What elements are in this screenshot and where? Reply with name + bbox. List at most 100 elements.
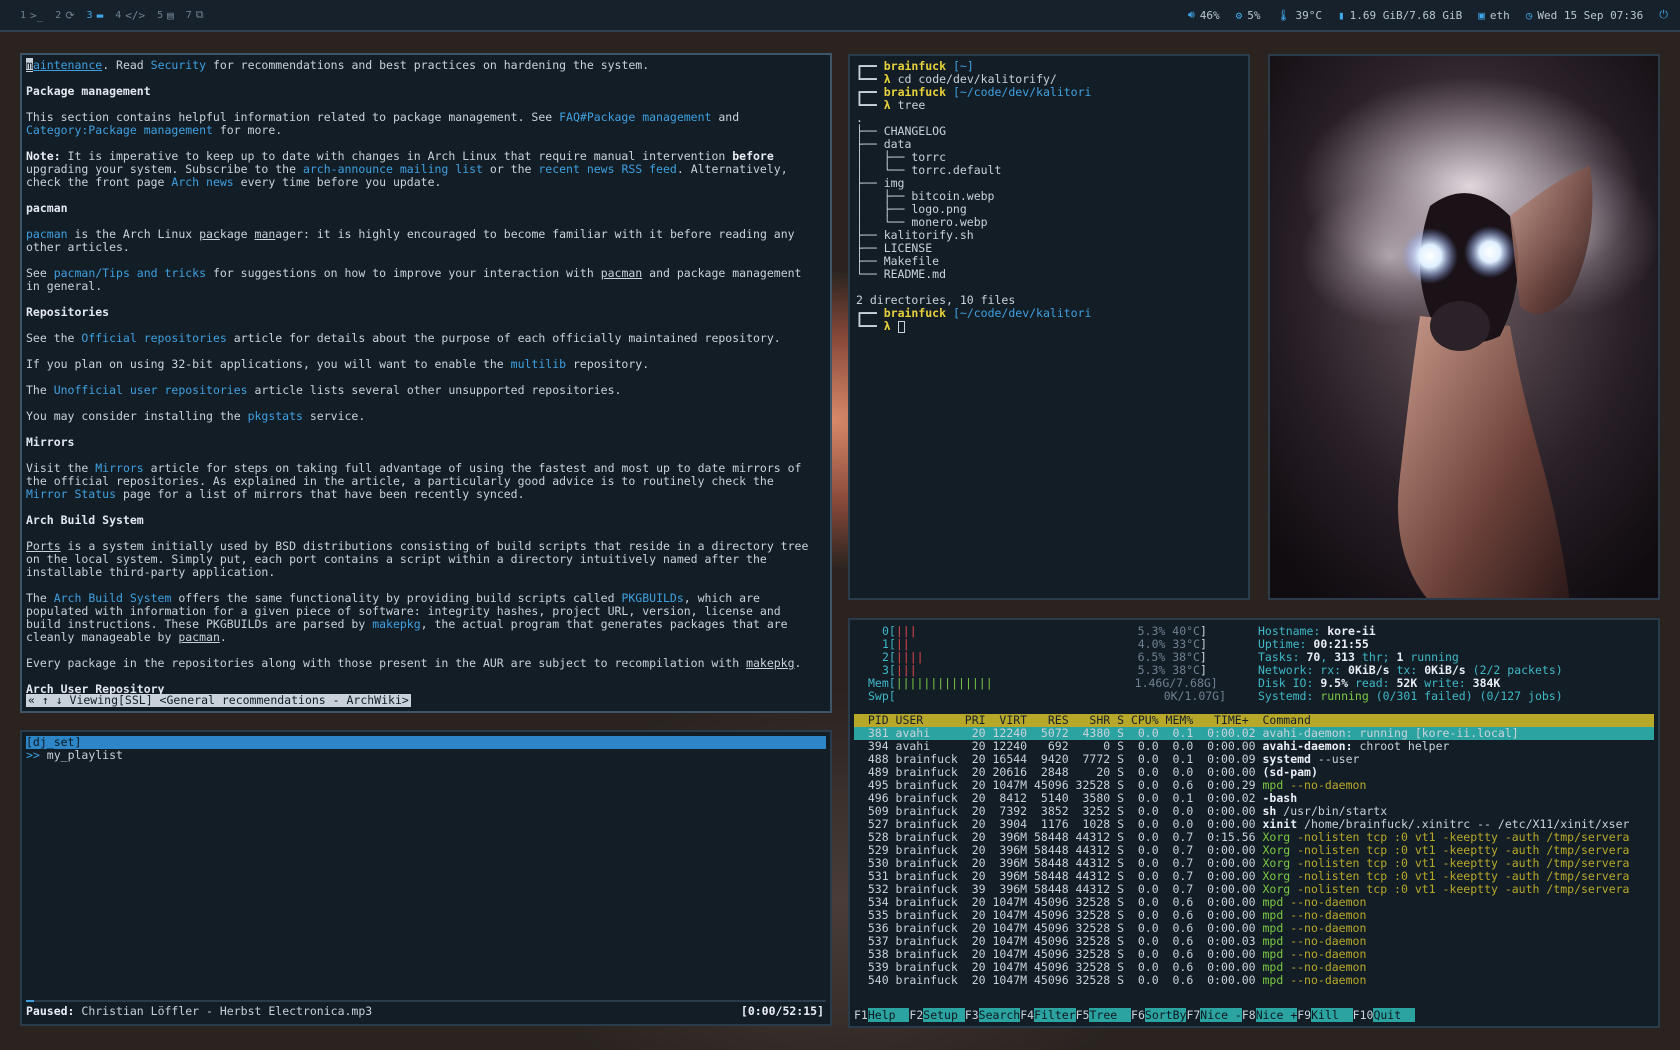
- clock[interactable]: ◷ Wed 15 Sep 07:36: [1526, 9, 1644, 22]
- link-multilib[interactable]: multilib: [511, 357, 566, 371]
- link-pkgstats[interactable]: pkgstats: [248, 409, 303, 423]
- process-columns: 538 brainfuck 20 1047M 45096 32528 S 0.0…: [854, 947, 1263, 961]
- link-unofficial-repositories[interactable]: Unofficial user repositories: [54, 383, 248, 397]
- fkey-f6[interactable]: F6SortBy: [1131, 1008, 1187, 1022]
- process-command: sh: [1262, 804, 1277, 818]
- text-span: The: [26, 591, 54, 605]
- workspace-4[interactable]: 4 </>: [109, 0, 151, 30]
- prompt-branch: ┏━━: [856, 85, 877, 99]
- link-arch-announce[interactable]: arch-announce mailing list: [303, 162, 483, 176]
- network-indicator[interactable]: ▣ eth: [1478, 9, 1510, 22]
- link-makepkg-man[interactable]: makepkg: [746, 656, 794, 670]
- link-ports[interactable]: Ports: [26, 539, 61, 553]
- text-span: repository.: [566, 357, 650, 371]
- music-player-window[interactable]: [dj_set] >> my_playlist Paused: Christia…: [20, 730, 832, 1026]
- link-official-repositories[interactable]: Official repositories: [81, 331, 226, 345]
- process-command: mpd: [1262, 960, 1284, 974]
- selected-playlist[interactable]: [dj_set]: [26, 736, 826, 749]
- process-command: mpd: [1262, 973, 1284, 987]
- text-span: .: [794, 656, 802, 670]
- link-pacman-man[interactable]: pacman: [178, 630, 220, 644]
- process-command: mpd: [1262, 895, 1284, 909]
- cpu-pct: 6.5%: [1137, 650, 1166, 664]
- fkey-f1[interactable]: F1Help: [854, 1008, 910, 1022]
- workspace-7[interactable]: 7 ⧉: [180, 0, 210, 30]
- link-pacman-tips[interactable]: pacman/Tips and tricks: [54, 266, 206, 280]
- disk-pct: 9.5%: [1320, 676, 1349, 690]
- text-underline: man: [254, 227, 276, 241]
- swap-value: 0K/1.07G]: [1163, 689, 1227, 703]
- workspace-number: 4: [115, 9, 122, 21]
- workspace-3[interactable]: 3 ▬: [81, 0, 110, 30]
- fkey-f3[interactable]: F3Search: [965, 1008, 1021, 1022]
- text-span: every time before you update.: [233, 175, 442, 189]
- prompt-user: brainfuck: [883, 85, 947, 99]
- link-category-package-management[interactable]: Category:Package management: [26, 123, 213, 137]
- process-args: /usr/bin/startx: [1276, 804, 1388, 818]
- volume-indicator[interactable]: 🔊︎ 46%: [1188, 8, 1220, 22]
- terminal-window[interactable]: ┏━━ brainfuck [~] ┗━━ λ cd code/dev/kali…: [848, 54, 1250, 600]
- command-line[interactable]: ┗━━ λ: [856, 320, 1242, 333]
- link-arch-build-system[interactable]: Arch Build System: [54, 591, 172, 605]
- playback-progress-bar[interactable]: [26, 1000, 826, 1002]
- prompt-dir: [~/code/dev/kalitori: [952, 85, 1092, 99]
- paragraph: Ports is a system initially used by BSD …: [26, 540, 826, 579]
- fkey-f9[interactable]: F9Kill: [1297, 1008, 1353, 1022]
- link-security[interactable]: Security: [151, 58, 206, 72]
- link-pkgbuilds[interactable]: PKGBUILDs: [621, 591, 683, 605]
- link-pacman-man[interactable]: pacman: [601, 266, 643, 280]
- image-viewer-window[interactable]: [1268, 54, 1660, 600]
- text-span: the official repositories. As explained …: [26, 474, 774, 488]
- fkey-f10[interactable]: F10Quit: [1353, 1008, 1415, 1022]
- text-span: , the actual program that generates pack…: [420, 617, 788, 631]
- playback-status: Paused:: [26, 1004, 75, 1018]
- link-news-rss[interactable]: recent news RSS feed: [538, 162, 676, 176]
- playlist-item[interactable]: >> my_playlist: [26, 749, 826, 762]
- text-span: See: [26, 266, 54, 280]
- power-button[interactable]: ⏻: [1659, 8, 1668, 22]
- link-makepkg[interactable]: makepkg: [372, 617, 420, 631]
- text-span: page for a list of mirrors that have bee…: [116, 487, 525, 501]
- text-span: You may consider installing the: [26, 409, 248, 423]
- fkey-f5[interactable]: F5Tree: [1076, 1008, 1132, 1022]
- w3m-browser-window[interactable]: maintenance. Read Security for recommend…: [20, 53, 832, 713]
- link-faq-package-management[interactable]: FAQ#Package management: [559, 110, 711, 124]
- process-columns: 537 brainfuck 20 1047M 45096 32528 S 0.0…: [854, 934, 1263, 948]
- process-command: mpd: [1262, 921, 1284, 935]
- paragraph: See the Official repositories article fo…: [26, 332, 826, 345]
- link-arch-news[interactable]: Arch news: [171, 175, 233, 189]
- process-command: Xorg: [1262, 843, 1291, 857]
- cpu-label: 1[: [882, 637, 896, 651]
- link-mirror-status[interactable]: Mirror Status: [26, 487, 116, 501]
- workspace-5[interactable]: 5 ▤: [151, 0, 180, 30]
- workspace-icon: ▬: [96, 8, 104, 22]
- clock-icon: ◷: [1525, 8, 1533, 22]
- system-status: 🔊︎ 46% ⚙ 5% 🌡︎ 39°C ▮ 1.69 GiB/7.68 GiB ▣ eth…: [1188, 8, 1668, 22]
- text-span: article for steps on taking full advanta…: [143, 461, 802, 475]
- prompt-dir: [~]: [952, 59, 974, 73]
- process-row[interactable]: 540 brainfuck 20 1047M 45096 32528 S 0.0…: [854, 974, 1654, 987]
- link-maintenance[interactable]: aintenance: [33, 58, 102, 72]
- fkey-f8[interactable]: F8Nice +: [1242, 1008, 1298, 1022]
- link-pacman[interactable]: pacman: [26, 227, 68, 241]
- fkey-f7[interactable]: F7Nice -: [1186, 1008, 1242, 1022]
- htop-window[interactable]: 0[||| 5.3% 40°C] 1[|| 4.0% 33°C] 2[|||| 6.5% …: [848, 618, 1660, 1028]
- workspace-1[interactable]: 1 >_: [14, 0, 49, 30]
- fkey-f2[interactable]: F2Setup: [909, 1008, 965, 1022]
- playlist-name: my_playlist: [46, 748, 123, 762]
- text-span: . Read: [102, 58, 151, 72]
- fkey-f4[interactable]: F4Filter: [1020, 1008, 1076, 1022]
- link-mirrors[interactable]: Mirrors: [95, 461, 143, 475]
- systemd-line: Systemd: running (0/301 failed) (0/127 j…: [1258, 690, 1654, 703]
- prompt-lambda: λ: [883, 72, 891, 86]
- process-args: /home/brainfuck/.xinitrc -- /etc/X11/xin…: [1297, 817, 1630, 831]
- fkey-label: Search: [978, 1008, 1021, 1022]
- workspace-2[interactable]: 2 ⟳: [49, 0, 80, 30]
- prompt-user: brainfuck: [883, 306, 947, 320]
- cpu-temp: 40°C: [1172, 624, 1200, 638]
- now-playing: Paused: Christian Löffler - Herbst Elect…: [26, 1005, 372, 1018]
- cpu-icon: ⚙: [1235, 8, 1243, 22]
- fkey-label: Nice +: [1255, 1008, 1298, 1022]
- cpu-indicator: ⚙ 5%: [1235, 8, 1261, 22]
- prompt-branch: ┏━━: [856, 306, 877, 320]
